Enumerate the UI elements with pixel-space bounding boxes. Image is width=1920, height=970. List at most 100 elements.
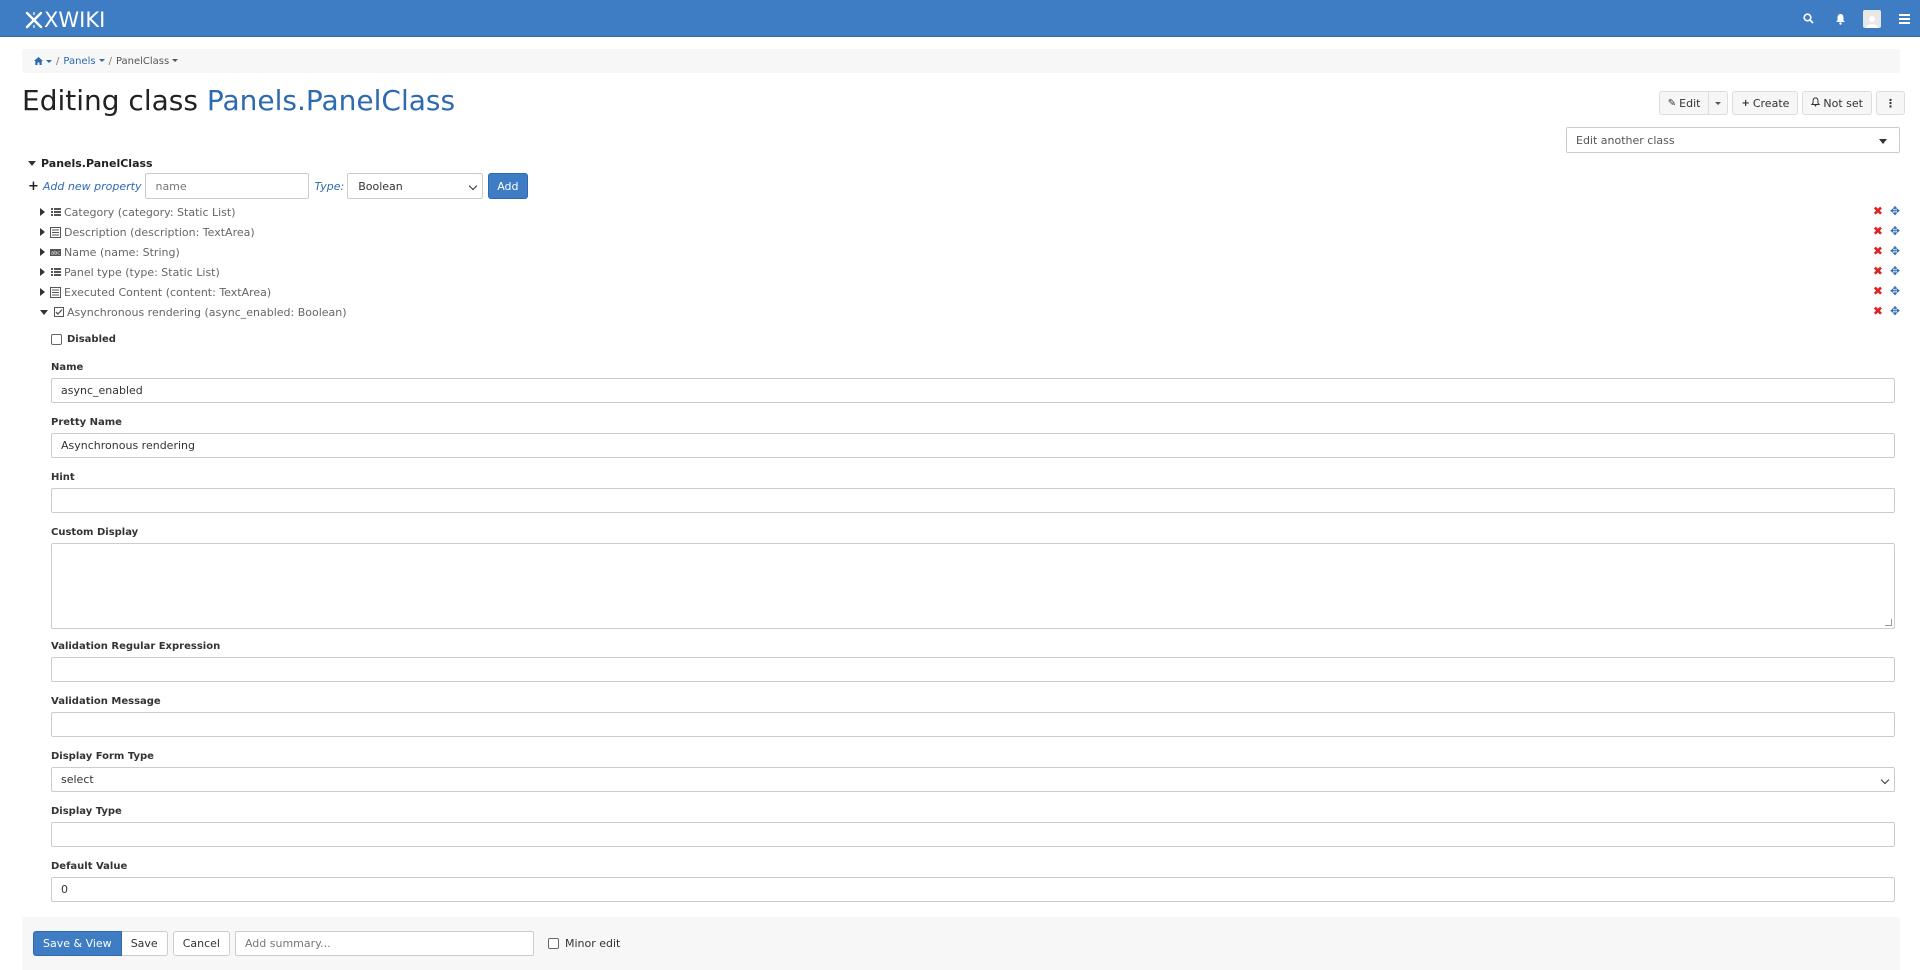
name-input[interactable]: async_enabled (51, 378, 1895, 403)
move-property-icon[interactable]: ✥ (1890, 225, 1900, 237)
minor-edit-checkbox[interactable] (547, 938, 559, 949)
move-property-icon[interactable]: ✥ (1890, 205, 1900, 217)
more-actions-button[interactable]: ⋮ (1876, 91, 1905, 115)
name-label: Name (51, 362, 84, 373)
property-name-input[interactable]: name (145, 173, 310, 199)
expand-triangle-icon (40, 248, 45, 256)
edit-another-class-select[interactable]: Edit another class (1566, 127, 1900, 153)
disabled-label: Disabled (67, 333, 116, 345)
plus-icon: + (1741, 97, 1750, 109)
xwiki-logo[interactable]: XWIKI (25, 8, 105, 32)
custom-display-textarea[interactable] (51, 543, 1895, 629)
display-form-type-select[interactable]: select (51, 767, 1895, 792)
hint-label: Hint (51, 472, 75, 483)
edit-actions-bar: Save & View Save Cancel Add summary... M… (22, 917, 1900, 970)
pretty-name-field-group: Pretty Name Asynchronous rendering (51, 417, 1895, 458)
list-icon (50, 207, 61, 218)
vertical-dots-icon: ⋮ (1885, 96, 1896, 110)
validation-message-input[interactable] (51, 712, 1895, 737)
string-icon: abc (50, 247, 61, 258)
edit-dropdown-toggle[interactable] (1709, 91, 1729, 115)
move-property-icon[interactable]: ✥ (1890, 305, 1900, 317)
home-icon[interactable] (34, 57, 52, 65)
expand-triangle-icon (40, 228, 45, 236)
avatar-icon (1863, 9, 1881, 28)
textarea-icon (50, 226, 61, 238)
display-form-type-label: Display Form Type (51, 751, 154, 762)
add-property-button[interactable]: Add (488, 173, 528, 199)
minor-edit-label: Minor edit (564, 937, 621, 950)
property-row-name[interactable]: abc Name (name: String) ✖ ✥ (40, 244, 1900, 260)
validation-message-field-group: Validation Message (51, 696, 1895, 737)
page-title: Editing class Panels.PanelClass (22, 84, 456, 117)
display-type-input[interactable] (51, 822, 1895, 847)
pencil-icon: ✎ (1667, 97, 1677, 109)
property-row-async-enabled[interactable]: Asynchronous rendering (async_enabled: B… (40, 304, 1900, 320)
edit-button[interactable]: ✎ Edit (1658, 91, 1710, 115)
brand-text: XWIKI (44, 8, 106, 32)
validation-regex-input[interactable] (51, 657, 1895, 682)
minor-edit-option[interactable]: Minor edit (547, 937, 621, 950)
display-type-field-group: Display Type (51, 806, 1895, 847)
property-row-panel-type[interactable]: Panel type (type: Static List) ✖ ✥ (40, 264, 1900, 280)
save-button[interactable]: Save (121, 931, 168, 956)
chevron-down-icon (468, 181, 478, 191)
default-value-field-group: Default Value 0 (51, 861, 1895, 902)
class-tree-root[interactable]: Panels.PanelClass (28, 157, 153, 170)
delete-property-icon[interactable]: ✖ (1873, 285, 1883, 297)
type-label: Type: (314, 179, 345, 193)
xwiki-x-icon (25, 11, 43, 29)
property-label: Category (category: Static List) (64, 205, 236, 219)
property-row-executed-content[interactable]: Executed Content (content: TextArea) ✖ ✥ (40, 284, 1900, 300)
property-label: Asynchronous rendering (async_enabled: B… (67, 305, 347, 319)
create-button[interactable]: + Create (1732, 91, 1799, 115)
svg-text:abc: abc (51, 250, 60, 256)
default-value-label: Default Value (51, 861, 128, 872)
notifications-watch-button[interactable]: Not set (1802, 91, 1872, 115)
delete-property-icon[interactable]: ✖ (1873, 245, 1883, 257)
disabled-checkbox[interactable] (51, 333, 62, 345)
delete-property-icon[interactable]: ✖ (1873, 305, 1883, 317)
property-row-category[interactable]: Category (category: Static List) ✖ ✥ (40, 204, 1900, 220)
class-name-link[interactable]: Panels.PanelClass (207, 84, 455, 117)
user-avatar[interactable] (1856, 0, 1888, 37)
move-property-icon[interactable]: ✥ (1890, 285, 1900, 297)
property-label: Executed Content (content: TextArea) (64, 285, 272, 299)
pretty-name-input[interactable]: Asynchronous rendering (51, 433, 1895, 458)
menu-hamburger-icon[interactable] (1888, 0, 1920, 37)
bell-outline-icon (1811, 96, 1821, 110)
collapse-triangle-icon (40, 309, 48, 315)
edit-summary-input[interactable]: Add summary... (234, 931, 534, 956)
delete-property-icon[interactable]: ✖ (1873, 265, 1883, 277)
property-label: Description (description: TextArea) (64, 225, 255, 239)
chevron-down-icon (1880, 775, 1890, 785)
add-new-property-link[interactable]: + Add new property (28, 179, 141, 194)
notifications-bell-icon[interactable] (1824, 0, 1856, 37)
add-property-row: + Add new property name Type: Boolean Add (28, 173, 528, 199)
move-property-icon[interactable]: ✥ (1890, 245, 1900, 257)
display-type-label: Display Type (51, 806, 122, 817)
property-label: Name (name: String) (64, 245, 180, 259)
plus-icon: + (28, 178, 39, 194)
caret-down-icon (1715, 101, 1722, 105)
search-icon[interactable] (1792, 0, 1824, 37)
boolean-icon (53, 307, 64, 318)
delete-property-icon[interactable]: ✖ (1873, 205, 1883, 217)
delete-property-icon[interactable]: ✖ (1873, 225, 1883, 237)
custom-display-label: Custom Display (51, 527, 139, 538)
hint-input[interactable] (51, 488, 1895, 513)
default-value-input[interactable]: 0 (51, 877, 1895, 902)
breadcrumb: / Panels / PanelClass (22, 49, 1900, 73)
property-label: Panel type (type: Static List) (64, 265, 220, 279)
breadcrumb-current-page[interactable]: PanelClass (116, 56, 179, 67)
resize-handle-icon[interactable] (1885, 619, 1892, 626)
top-navbar: XWIKI (0, 0, 1920, 37)
list-icon (50, 267, 61, 278)
cancel-button[interactable]: Cancel (172, 931, 230, 956)
save-and-view-button[interactable]: Save & View (33, 931, 122, 956)
property-type-select[interactable]: Boolean (347, 173, 484, 199)
move-property-icon[interactable]: ✥ (1890, 265, 1900, 277)
textarea-icon (50, 286, 61, 298)
property-row-description[interactable]: Description (description: TextArea) ✖ ✥ (40, 224, 1900, 240)
breadcrumb-space-link[interactable]: Panels (63, 56, 105, 67)
